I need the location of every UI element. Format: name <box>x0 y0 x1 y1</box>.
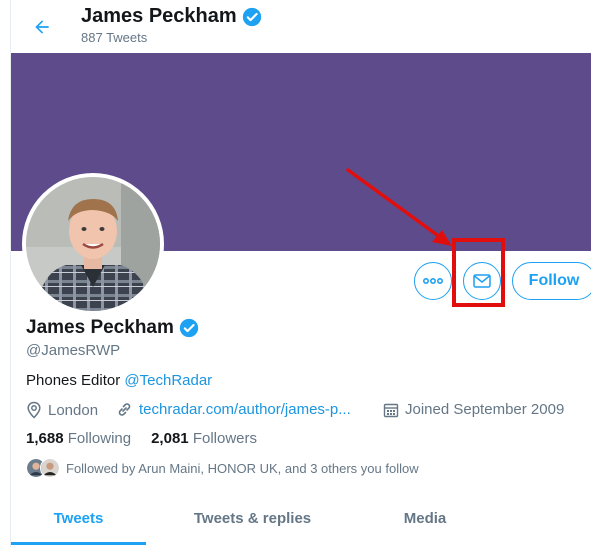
following-label: Following <box>67 430 132 447</box>
avatar[interactable] <box>22 173 164 315</box>
followers-count: 2,081 <box>151 430 189 447</box>
tab-tweets-replies[interactable]: Tweets & replies <box>170 492 335 545</box>
followed-by-text: Followed by Arun Maini, HONOR UK, and 3 … <box>66 460 419 476</box>
arrow-left-icon <box>35 20 49 34</box>
link-icon <box>118 403 131 416</box>
header-title: James Peckham <box>81 5 262 28</box>
more-button[interactable] <box>414 262 452 300</box>
more-icon <box>423 278 443 284</box>
active-tab-indicator <box>11 542 146 545</box>
mini-avatar <box>40 458 60 478</box>
profile-handle: @JamesRWP <box>26 342 121 359</box>
followers-stat[interactable]: 2,081 Followers <box>151 430 257 447</box>
join-date: Joined September 2009 <box>383 401 564 418</box>
join-date-text: Joined September 2009 <box>405 401 565 418</box>
follow-button[interactable]: Follow <box>512 262 591 300</box>
back-button[interactable] <box>27 12 57 42</box>
verified-badge-icon <box>179 318 199 338</box>
tweet-count: 887 Tweets <box>81 30 148 45</box>
profile-name: James Peckham <box>26 317 174 338</box>
follow-stats: 1,688 Following 2,081 Followers <box>26 430 257 447</box>
bio-text: Phones Editor <box>26 372 125 389</box>
location-pin-icon <box>27 401 41 419</box>
location: London <box>26 401 98 419</box>
location-text: London <box>48 401 99 419</box>
avatar-photo <box>26 177 160 311</box>
website: techradar.com/author/james-p... <box>116 401 351 418</box>
annotation-arrow <box>346 168 452 246</box>
verified-badge-icon <box>242 7 261 26</box>
profile-bio: Phones Editor @TechRadar <box>26 372 212 389</box>
following-stat[interactable]: 1,688 Following <box>26 430 131 447</box>
followers-you-know[interactable]: Followed by Arun Maini, HONOR UK, and 3 … <box>26 458 419 478</box>
followers-label: Followers <box>192 430 257 447</box>
website-link[interactable]: techradar.com/author/james-p... <box>139 401 351 418</box>
following-count: 1,688 <box>26 430 64 447</box>
annotation-highlight-box <box>452 238 505 307</box>
tab-tweets[interactable]: Tweets <box>11 492 146 545</box>
calendar-icon <box>383 403 399 417</box>
bio-mention-link[interactable]: @TechRadar <box>124 372 212 389</box>
profile-name-row: James Peckham <box>26 317 199 339</box>
follower-avatars <box>26 458 60 478</box>
tab-media[interactable]: Media <box>380 492 470 545</box>
header-name: James Peckham <box>81 5 237 27</box>
